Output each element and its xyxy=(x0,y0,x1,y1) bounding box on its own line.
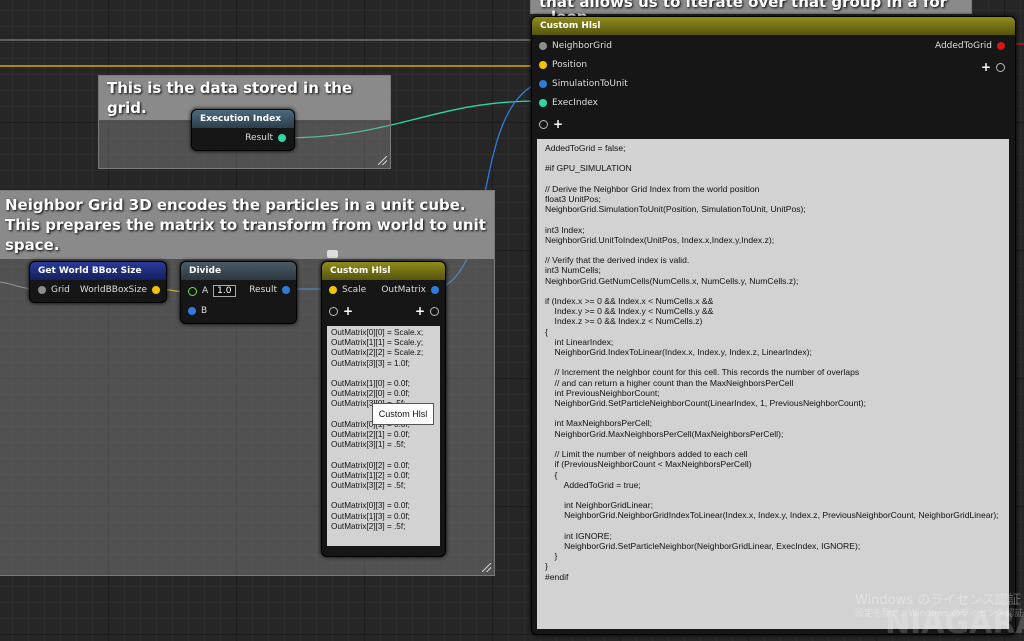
add-input-plus-icon[interactable]: + xyxy=(343,304,353,318)
comment-text-top: that allows us to iterate over that grou… xyxy=(539,0,948,11)
input-label-execindex: ExecIndex xyxy=(552,98,598,108)
simulationtounit-pin[interactable] xyxy=(539,80,547,88)
outmatrix-pin[interactable] xyxy=(431,286,439,294)
custom-hlsl-node-neighbor-grid[interactable]: Custom Hlsl NeighborGrid Position Simula… xyxy=(531,16,1016,635)
position-pin[interactable] xyxy=(539,61,547,69)
input-a-value-field[interactable]: 1.0 xyxy=(213,285,236,297)
input-label-position: Position xyxy=(552,60,588,70)
neighborgrid-pin[interactable] xyxy=(539,42,547,50)
input-a-pin[interactable] xyxy=(188,286,197,296)
grid-pin[interactable] xyxy=(38,286,46,294)
add-input-ring-icon[interactable] xyxy=(329,306,338,316)
input-a-label: A xyxy=(202,286,209,296)
big-hlsl-code-editor[interactable]: AddedToGrid = false; #if GPU_SIMULATION … xyxy=(537,139,1009,629)
execution-index-title: Execution Index xyxy=(192,110,294,128)
output-label-addedtogrid: AddedToGrid xyxy=(934,41,992,51)
divide-result-label: Result xyxy=(249,285,277,295)
input-label-neighborgrid: NeighborGrid xyxy=(552,41,612,51)
input-b-label: B xyxy=(201,306,208,316)
resize-handle[interactable] xyxy=(378,156,387,165)
comment-title-neighbor-grid: Neighbor Grid 3D encodes the particles i… xyxy=(0,191,494,259)
result-pin[interactable] xyxy=(278,134,286,142)
comment-box-top[interactable]: that allows us to iterate over that grou… xyxy=(530,0,972,14)
node-comment-bubble-icon[interactable] xyxy=(327,250,338,258)
get-world-bbox-size-node[interactable]: Get World BBox Size Grid WorldBBoxSize xyxy=(29,261,167,303)
niagara-watermark: NIAGARA xyxy=(885,606,1024,641)
small-hlsl-title: Custom Hlsl xyxy=(322,262,445,280)
scale-pin[interactable] xyxy=(329,286,337,294)
scale-label: Scale xyxy=(342,285,367,295)
custom-hlsl-tooltip: Custom Hlsl xyxy=(372,403,434,425)
add-output-ring-icon[interactable] xyxy=(996,62,1005,72)
add-output-ring-icon[interactable] xyxy=(430,306,439,316)
bbox-node-title: Get World BBox Size xyxy=(30,262,166,280)
resize-handle[interactable] xyxy=(482,563,491,572)
add-input-ring-icon[interactable] xyxy=(539,119,548,129)
divide-result-pin[interactable] xyxy=(282,286,290,294)
bbox-output-label: WorldBBoxSize xyxy=(79,285,147,295)
big-hlsl-title: Custom Hlsl xyxy=(532,17,1015,35)
add-input-plus-icon[interactable]: + xyxy=(553,117,563,131)
divide-node[interactable]: Divide A 1.0 Result B xyxy=(180,261,297,324)
outmatrix-label: OutMatrix xyxy=(381,285,426,295)
add-output-plus-icon[interactable]: + xyxy=(415,304,425,318)
input-label-simulationtounit: SimulationToUnit xyxy=(552,79,628,89)
small-hlsl-code-editor[interactable]: OutMatrix[0][0] = Scale.x; OutMatrix[1][… xyxy=(327,326,440,546)
bbox-output-pin[interactable] xyxy=(152,286,160,294)
grid-pin-label: Grid xyxy=(51,285,70,295)
execindex-pin[interactable] xyxy=(539,99,547,107)
addedtogrid-pin[interactable] xyxy=(997,42,1005,50)
result-pin-label: Result xyxy=(245,133,273,143)
add-output-plus-icon[interactable]: + xyxy=(981,60,991,74)
execution-index-node[interactable]: Execution Index Result xyxy=(191,109,295,151)
divide-node-title: Divide xyxy=(181,262,296,280)
input-b-pin[interactable] xyxy=(188,307,196,315)
